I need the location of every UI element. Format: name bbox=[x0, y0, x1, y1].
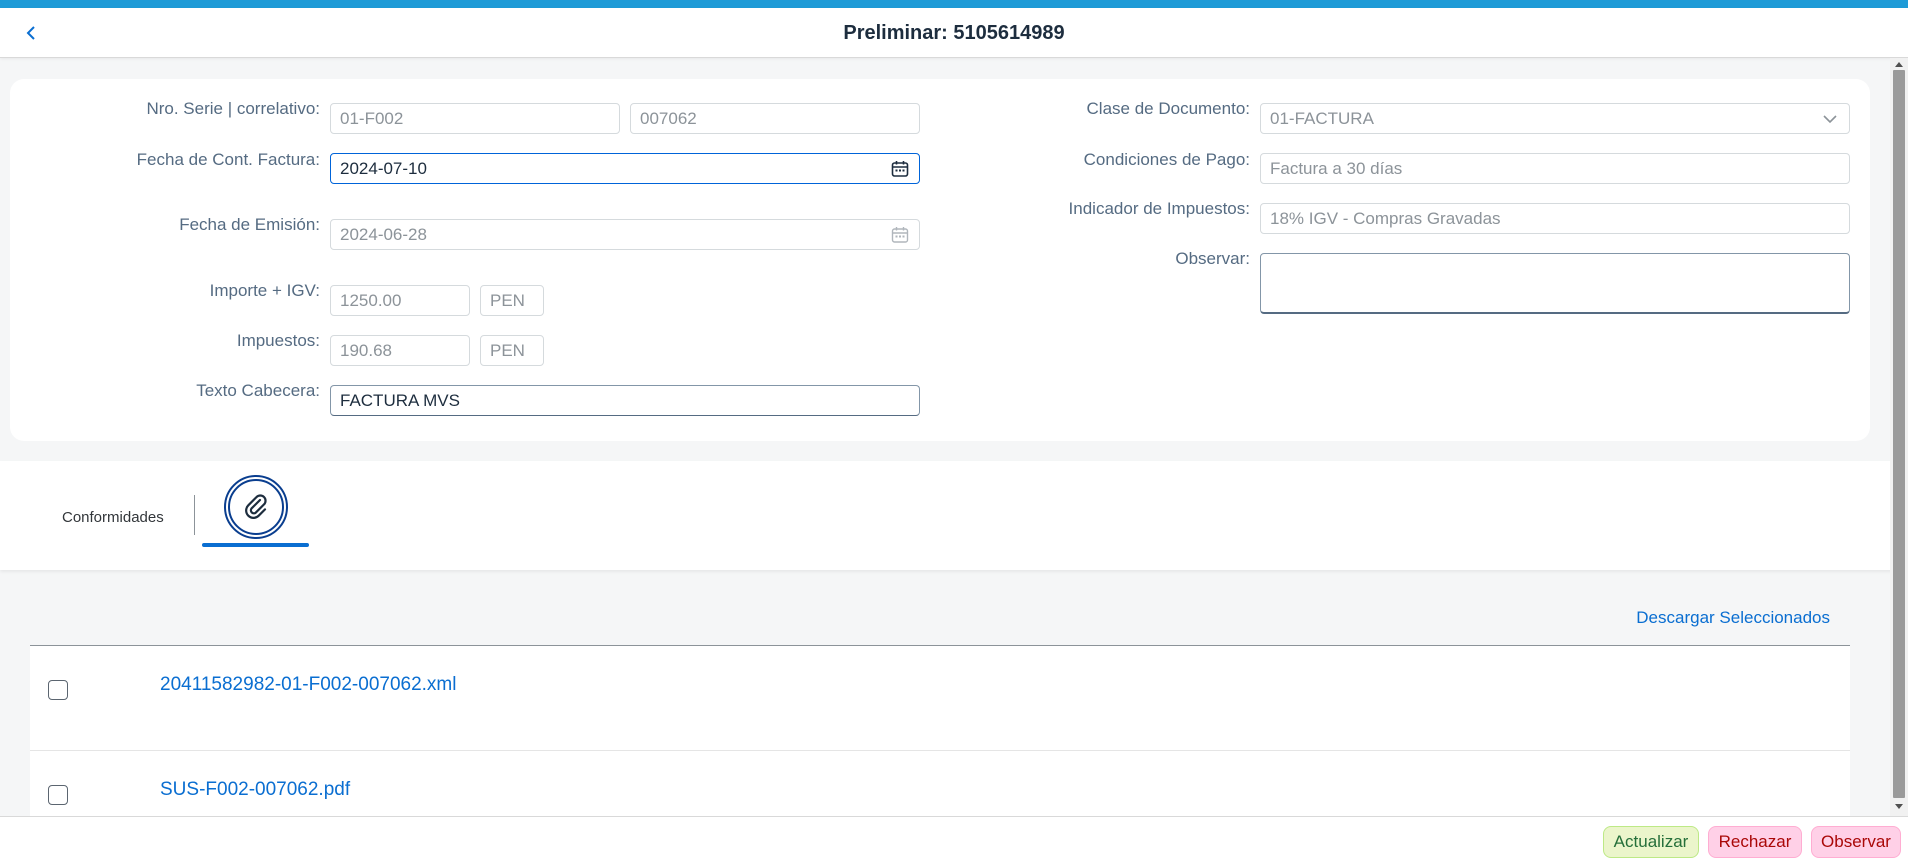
fecha-emision-field[interactable]: 2024-06-28 bbox=[330, 219, 920, 250]
observe-button[interactable]: Observar bbox=[1811, 826, 1901, 858]
fecha-emision-label: Fecha de Emisión: bbox=[179, 215, 320, 234]
condiciones-pago-label: Condiciones de Pago: bbox=[1083, 150, 1250, 169]
texto-cabecera-field[interactable]: FACTURA MVS bbox=[330, 385, 920, 416]
download-selected-button[interactable]: Descargar Seleccionados bbox=[1636, 608, 1830, 628]
file-link[interactable]: 20411582982-01-F002-007062.xml bbox=[160, 674, 456, 696]
condiciones-pago-field[interactable]: Factura a 30 días bbox=[1260, 153, 1850, 184]
list-item: 20411582982-01-F002-007062.xml bbox=[30, 646, 1850, 751]
texto-cabecera-label: Texto Cabecera: bbox=[196, 381, 320, 400]
fecha-emision-value: 2024-06-28 bbox=[340, 224, 427, 244]
impuestos-currency-field[interactable]: PEN bbox=[480, 335, 544, 366]
impuestos-label: Impuestos: bbox=[236, 331, 320, 350]
importe-label: Importe + IGV: bbox=[209, 281, 320, 300]
tab-attachments[interactable] bbox=[224, 475, 288, 539]
calendar-icon[interactable] bbox=[891, 160, 909, 178]
serie-field[interactable]: 01-F002 bbox=[330, 103, 620, 134]
scroll-down-arrow-icon[interactable] bbox=[1895, 804, 1903, 809]
tab-conformidades[interactable]: Conformidades bbox=[62, 509, 164, 526]
fecha-cont-field[interactable]: 2024-07-10 bbox=[330, 153, 920, 184]
clase-documento-value: 01-FACTURA bbox=[1270, 108, 1374, 128]
invoice-form-card: Nro. Serie | correlativo: 01-F002 007062… bbox=[10, 79, 1870, 441]
observar-textarea[interactable] bbox=[1260, 253, 1850, 314]
importe-currency-field[interactable]: PEN bbox=[480, 285, 544, 316]
fecha-cont-label: Fecha de Cont. Factura: bbox=[136, 150, 320, 169]
shell-top-bar bbox=[0, 0, 1908, 8]
update-button[interactable]: Actualizar bbox=[1603, 826, 1699, 858]
reject-button[interactable]: Rechazar bbox=[1708, 826, 1802, 858]
importe-field[interactable]: 1250.00 bbox=[330, 285, 470, 316]
paperclip-icon bbox=[245, 494, 267, 519]
observar-label: Observar: bbox=[1175, 249, 1250, 268]
serie-label: Nro. Serie | correlativo: bbox=[146, 99, 320, 118]
indicador-impuestos-label: Indicador de Impuestos: bbox=[1068, 199, 1250, 218]
clase-documento-select[interactable]: 01-FACTURA bbox=[1260, 103, 1850, 134]
indicador-impuestos-field[interactable]: 18% IGV - Compras Gravadas bbox=[1260, 203, 1850, 234]
chevron-down-icon[interactable] bbox=[1821, 110, 1839, 128]
impuestos-field[interactable]: 190.68 bbox=[330, 335, 470, 366]
correlativo-field[interactable]: 007062 bbox=[630, 103, 920, 134]
tab-selected-indicator bbox=[202, 543, 309, 547]
scroll-up-arrow-icon[interactable] bbox=[1895, 62, 1903, 67]
tab-separator bbox=[194, 495, 195, 535]
calendar-icon bbox=[891, 226, 909, 244]
page-title: Preliminar: 5105614989 bbox=[843, 22, 1065, 44]
tab-bar: Conformidades bbox=[0, 461, 1908, 570]
file-checkbox[interactable] bbox=[48, 785, 68, 805]
file-link[interactable]: SUS-F002-007062.pdf bbox=[160, 779, 350, 801]
scroll-thumb[interactable] bbox=[1893, 70, 1905, 798]
tab-attachments-ring bbox=[228, 479, 284, 535]
page-header: Preliminar: 5105614989 bbox=[0, 8, 1908, 58]
clase-documento-label: Clase de Documento: bbox=[1086, 99, 1250, 118]
page-scrollbar[interactable] bbox=[1890, 58, 1908, 816]
fecha-cont-value: 2024-07-10 bbox=[340, 158, 427, 178]
file-checkbox[interactable] bbox=[48, 680, 68, 700]
footer-toolbar: Actualizar Rechazar Observar bbox=[0, 816, 1908, 862]
